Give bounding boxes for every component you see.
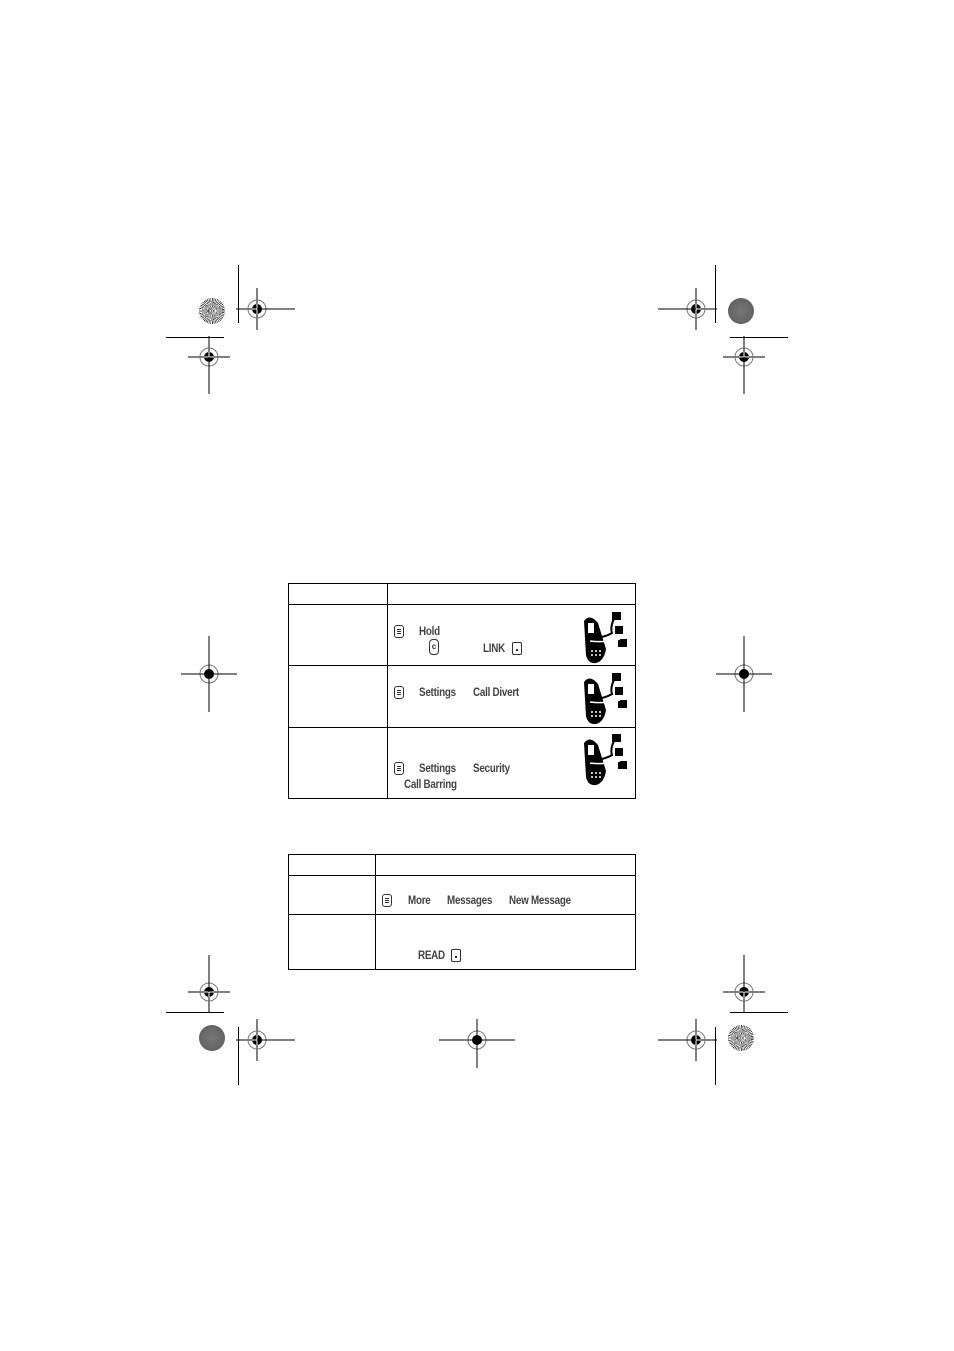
key-more: More bbox=[408, 893, 431, 907]
table-row: READ bbox=[288, 915, 636, 969]
clear-key-icon: c bbox=[429, 639, 439, 655]
menu-key-icon bbox=[382, 894, 392, 907]
table-row: Hold c LINK bbox=[288, 605, 636, 665]
right-soft-key-icon bbox=[512, 642, 522, 655]
key-hold: Hold bbox=[419, 624, 440, 638]
network-feature-icon bbox=[584, 673, 627, 725]
manual-page: { "page": { "background": "#ffffff", "in… bbox=[0, 0, 954, 1351]
key-settings: Settings bbox=[419, 685, 456, 699]
menu-key-icon bbox=[394, 686, 404, 699]
features-table-calls: Hold c LINK Settings Call Divert Setting… bbox=[288, 583, 636, 799]
table-header-row bbox=[288, 583, 636, 604]
table-header-row bbox=[288, 854, 636, 875]
features-table-messages: More Messages New Message READ bbox=[288, 854, 636, 970]
network-feature-icon bbox=[584, 734, 627, 786]
network-feature-icon bbox=[584, 612, 627, 664]
menu-key-icon bbox=[394, 625, 404, 638]
table-row: More Messages New Message bbox=[288, 876, 636, 914]
key-read: READ bbox=[418, 948, 445, 962]
menu-key-icon bbox=[394, 762, 404, 775]
key-call-barring: Call Barring bbox=[404, 777, 457, 791]
key-security: Security bbox=[473, 761, 510, 775]
key-call-divert: Call Divert bbox=[473, 685, 519, 699]
table-row: Settings Security Call Barring bbox=[288, 728, 636, 798]
right-soft-key-icon bbox=[451, 949, 461, 962]
key-settings: Settings bbox=[419, 761, 456, 775]
key-new-message: New Message bbox=[509, 893, 571, 907]
key-link: LINK bbox=[483, 641, 505, 655]
key-messages: Messages bbox=[447, 893, 493, 907]
table-row: Settings Call Divert bbox=[288, 666, 636, 727]
